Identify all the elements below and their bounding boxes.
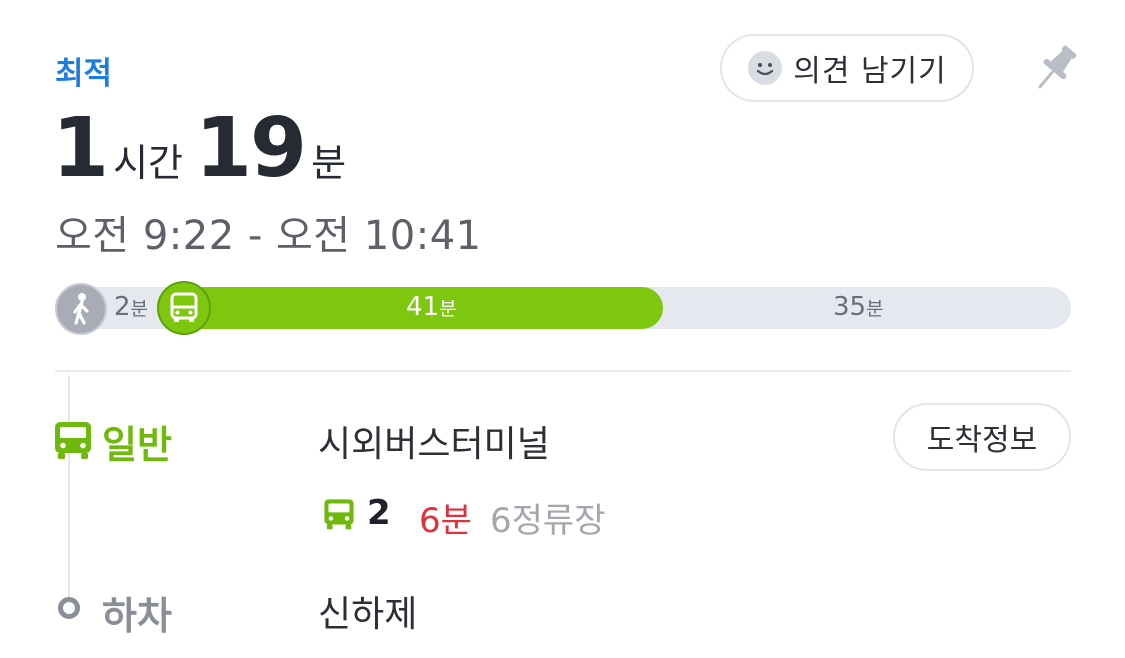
time-range: 오전 9:22 - 오전 10:41 [55, 213, 482, 259]
route-tag: 최적 [55, 56, 113, 92]
walk-segment-1-label: 2분 [114, 292, 149, 322]
bus-wait-time: 6분 [419, 501, 472, 541]
pin-icon[interactable] [1030, 40, 1080, 98]
bus-type-icon [55, 422, 91, 459]
boarding-stop-name[interactable]: 시외버스터미널 [318, 415, 550, 467]
feedback-label: 의견 남기기 [793, 54, 947, 89]
bus-number[interactable]: 2 [367, 493, 391, 533]
bus-segment-label: 41분 [406, 292, 457, 322]
bus-stop-count[interactable]: 6정류장 [490, 493, 605, 542]
alight-stop-name[interactable]: 신하제 [318, 585, 417, 637]
smile-icon [748, 51, 783, 85]
duration-hours-unit: 시간 [113, 141, 183, 185]
timeline-line [68, 375, 70, 600]
duration-minutes: 19 [194, 101, 307, 196]
walk-segment-2-label: 35분 [833, 292, 884, 322]
small-bus-icon [324, 499, 354, 530]
alight-label: 하차 [102, 594, 172, 638]
divider [55, 370, 1071, 372]
duration-minutes-unit: 분 [311, 141, 347, 185]
duration-hours: 1 [52, 101, 109, 196]
total-duration: 1 시간 19 분 [52, 108, 358, 198]
bus-type-label: 일반 [102, 423, 172, 467]
feedback-button[interactable]: 의견 남기기 [720, 34, 974, 102]
alight-dot-icon [58, 597, 80, 619]
walk-icon [55, 283, 107, 335]
bus-icon [157, 281, 211, 335]
arrival-info-button[interactable]: 도착정보 [893, 403, 1071, 471]
